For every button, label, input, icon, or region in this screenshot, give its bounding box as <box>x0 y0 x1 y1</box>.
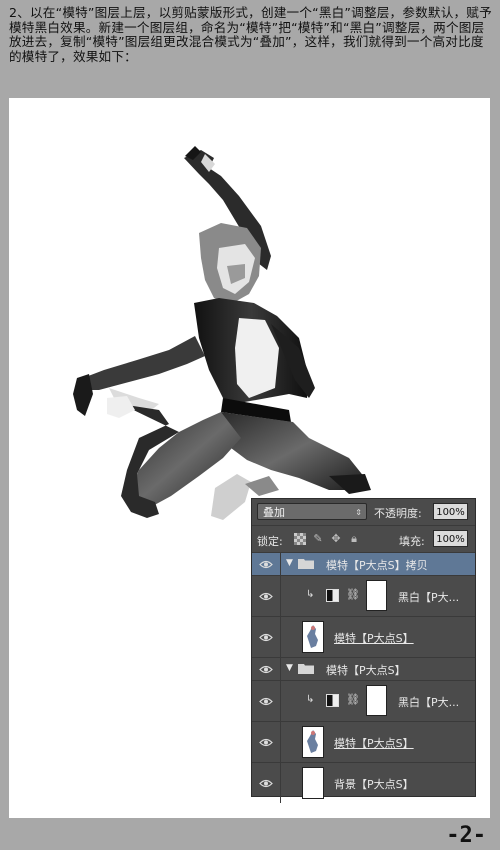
lock-row: 锁定: ✎ ✥ 🔒︎ 填充: 100% <box>252 526 475 553</box>
eye-icon[interactable] <box>252 722 281 762</box>
eye-icon[interactable] <box>252 617 281 657</box>
mask-thumbnail[interactable] <box>366 580 387 611</box>
mask-thumbnail[interactable] <box>366 685 387 716</box>
blend-mode-select[interactable]: 叠加 ⇕ <box>257 503 367 520</box>
padlock-icon[interactable]: 🔒︎ <box>348 533 360 545</box>
opacity-label: 不透明度: <box>374 507 422 520</box>
layer-name: 模特【P大点S】 <box>334 632 414 645</box>
model-thumbnail[interactable] <box>302 726 324 758</box>
layer-row-group-copy[interactable]: ▼ 模特【P大点S】拷贝 <box>252 553 475 576</box>
layer-name: 背景【P大点S】 <box>334 778 414 791</box>
chevron-updown-icon: ⇕ <box>355 508 362 517</box>
chain-link-icon[interactable]: ⛓︎ <box>346 693 360 706</box>
opacity-input[interactable]: 100% <box>433 503 468 520</box>
eye-icon[interactable] <box>252 576 281 616</box>
eye-icon[interactable] <box>252 681 281 721</box>
chain-link-icon[interactable]: ⛓︎ <box>346 588 360 601</box>
layer-row-model-group[interactable]: ▼ 模特【P大点S】 <box>252 658 475 681</box>
background-thumbnail[interactable] <box>302 767 324 799</box>
folder-icon <box>298 664 314 674</box>
layer-row-model-image[interactable]: 模特【P大点S】 <box>252 617 475 658</box>
lock-label: 锁定: <box>257 535 283 548</box>
layer-row-bw-adjustment[interactable]: ↳ ⛓︎ 黑白【P大... <box>252 576 475 617</box>
page-number: -2- <box>446 823 486 848</box>
fill-input[interactable]: 100% <box>433 530 468 547</box>
checkerboard-lock-icon[interactable] <box>294 533 306 545</box>
brush-lock-icon[interactable]: ✎ <box>312 533 324 545</box>
blend-mode-value: 叠加 <box>263 506 285 519</box>
layer-name: 黑白【P大... <box>398 591 460 604</box>
layer-row-model-image[interactable]: 模特【P大点S】 <box>252 722 475 763</box>
eye-icon[interactable] <box>252 658 281 680</box>
layer-name: 模特【P大点S】 <box>334 737 414 750</box>
layer-name: 黑白【P大... <box>398 696 460 709</box>
fill-label: 填充: <box>399 535 425 548</box>
move-lock-icon[interactable]: ✥ <box>330 533 342 545</box>
layers-panel: 叠加 ⇕ 不透明度: 100% 锁定: ✎ ✥ 🔒︎ 填充: 100% ▼ 模特… <box>251 498 476 803</box>
eye-icon[interactable] <box>252 763 281 803</box>
expand-triangle-icon[interactable]: ▼ <box>286 558 293 568</box>
expand-triangle-icon[interactable]: ▼ <box>286 663 293 673</box>
eye-icon[interactable] <box>252 553 281 575</box>
adjustment-icon <box>326 694 339 707</box>
clipping-arrow-icon: ↳ <box>306 694 315 705</box>
layer-name: 模特【P大点S】拷贝 <box>326 559 428 572</box>
layer-row-bw-adjustment[interactable]: ↳ ⛓︎ 黑白【P大... <box>252 681 475 722</box>
lock-icons: ✎ ✥ 🔒︎ <box>294 533 360 545</box>
model-thumbnail[interactable] <box>302 621 324 653</box>
instruction-text: 2、以在“模特”图层上层，以剪贴蒙版形式，创建一个“黑白”调整层，参数默认，赋予… <box>9 5 492 64</box>
panel-header: 叠加 ⇕ 不透明度: 100% <box>252 499 475 526</box>
adjustment-icon <box>326 589 339 602</box>
layer-row-background[interactable]: 背景【P大点S】 <box>252 763 475 803</box>
layer-name: 模特【P大点S】 <box>326 664 406 677</box>
clipping-arrow-icon: ↳ <box>306 589 315 600</box>
folder-icon <box>298 559 314 569</box>
